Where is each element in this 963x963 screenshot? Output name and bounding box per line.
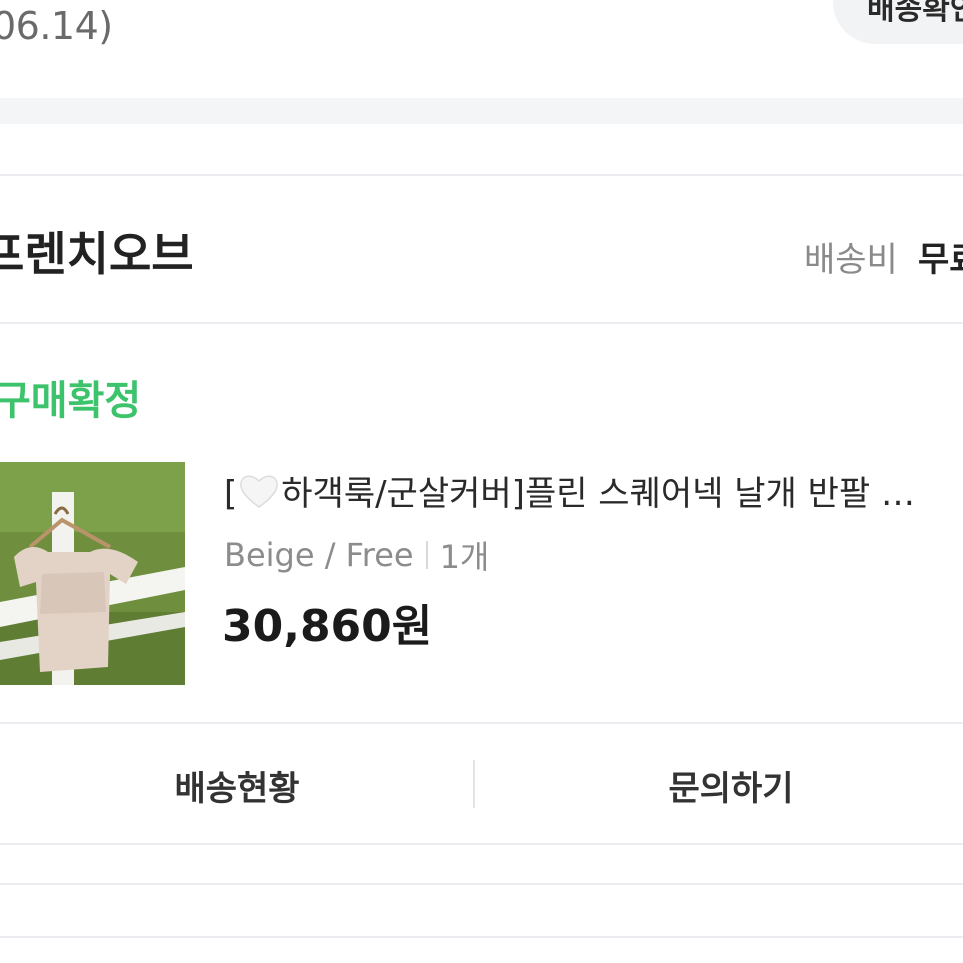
product-quantity: 1개: [439, 538, 490, 576]
divider: [0, 936, 963, 938]
divider: [0, 722, 963, 724]
divider: [0, 322, 963, 324]
title-bracket: [: [224, 474, 238, 514]
product-thumbnail[interactable]: [0, 462, 185, 685]
divider: [0, 883, 963, 885]
product-price: 30,860원: [222, 601, 433, 652]
inquiry-label: 문의하기: [668, 768, 794, 809]
delivery-confirm-label: 배송확인: [867, 0, 963, 27]
action-divider: [473, 760, 475, 808]
delivery-confirm-button[interactable]: 배송확인: [833, 0, 963, 44]
product-title[interactable]: [ 하객룩/군살커버]플린 스퀘어넥 날개 반팔 …: [224, 466, 915, 518]
product-option: Beige / Free: [224, 536, 414, 574]
order-date: 06.14): [0, 4, 113, 48]
order-detail-page: 06.14) 배송확인 프렌치오브 배송비 무료 구매확정 [ 하객룩/군살커버]…: [0, 0, 963, 963]
section-gap: [0, 98, 963, 124]
shipping-fee-label: 배송비: [804, 240, 898, 280]
product-image: [0, 462, 185, 685]
inquiry-button[interactable]: 문의하기: [476, 760, 963, 810]
delivery-status-label: 배송현황: [174, 768, 300, 809]
order-status: 구매확정: [0, 378, 142, 424]
product-option-row: Beige / Free 1개: [224, 532, 489, 578]
shipping-fee-value: 무료: [918, 240, 963, 280]
white-heart-icon: [239, 473, 279, 518]
seller-name[interactable]: 프렌치오브: [0, 218, 194, 284]
title-text: 하객룩/군살커버]플린 스퀘어넥 날개 반팔 …: [281, 474, 915, 514]
divider: [0, 174, 963, 176]
delivery-status-button[interactable]: 배송현황: [0, 760, 474, 810]
divider: [0, 843, 963, 845]
option-divider: [425, 541, 428, 569]
